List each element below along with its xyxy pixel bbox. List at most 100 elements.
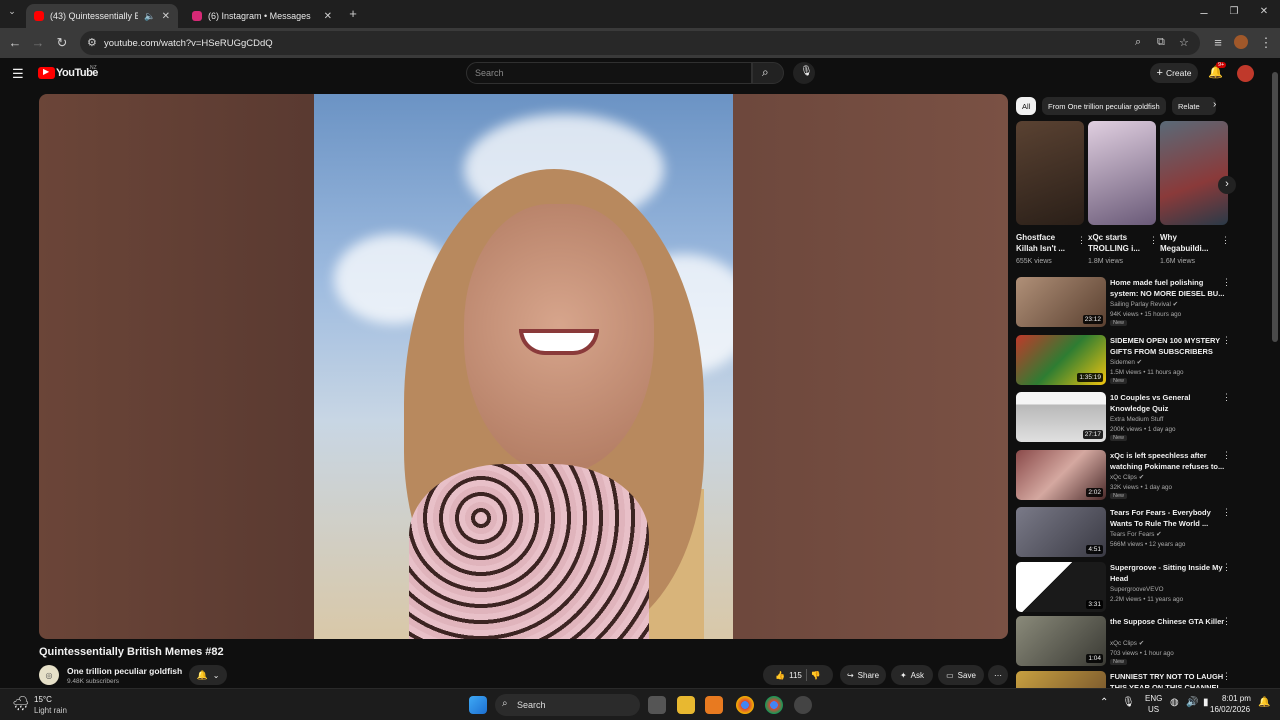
channel-name[interactable]: Tears For Fears ✔ [1110,531,1161,538]
notification-badge: 9+ [1216,62,1227,68]
more-options-icon[interactable]: ⋮ [1222,392,1231,403]
address-bar[interactable]: ⚙ youtube.com/watch?v=HSeRUGgCDdQ ⌕ ⧉ ☆ [80,31,1200,55]
weather-temp[interactable]: 15°C [34,695,52,704]
install-icon[interactable]: ⧉ [1157,36,1165,49]
volume-icon[interactable]: 🔊 [1186,697,1198,708]
subscription-bell-button[interactable]: 🔔 ⌄ [189,665,227,685]
file-explorer-icon[interactable] [677,696,695,714]
chip-all[interactable]: All [1016,97,1037,115]
chrome-profile-icon[interactable] [765,696,783,714]
channel-name[interactable]: xQc Clips ✔ [1110,640,1144,647]
recommendation-item[interactable]: 27:17 10 Couples vs General Knowledge Qu… [1016,392,1238,444]
more-options-icon[interactable]: ⋮ [1222,507,1231,518]
short-item[interactable]: xQc starts TROLLING i... 1.8M views ⋮ [1088,121,1158,265]
bookmark-star-icon[interactable]: ☆ [1179,36,1189,49]
channel-name[interactable]: Extra Medium Stuff [1110,416,1163,423]
new-tab-icon[interactable]: + [345,6,361,21]
region-indicator[interactable]: US [1148,705,1159,714]
like-button[interactable]: 👍 115 [775,671,802,680]
channel-name[interactable]: Sailing Parlay Revival ✔ [1110,301,1178,308]
clock-date[interactable]: 16/02/2026 [1210,705,1250,714]
close-window-icon[interactable]: ✕ [1256,6,1272,17]
channel-name[interactable]: xQc Clips ✔ [1110,474,1144,481]
back-icon[interactable]: ← [7,35,23,50]
channel-avatar[interactable]: ◎ [39,665,59,685]
recommendation-item[interactable]: 2:02 xQc is left speechless after watchi… [1016,450,1238,502]
minimize-icon[interactable]: – [1196,5,1212,20]
chip-related[interactable]: Relate [1172,97,1216,115]
profile-avatar[interactable] [1234,35,1248,49]
voice-search-button[interactable]: 🎙 [793,62,815,84]
more-options-icon[interactable]: ⋮ [1149,235,1158,246]
ask-button[interactable]: ✦ Ask [891,665,933,685]
weather-desc[interactable]: Light rain [34,706,67,715]
more-options-icon[interactable]: ⋮ [1222,616,1231,627]
dislike-button[interactable]: 👎 [811,671,821,680]
video-title: Home made fuel polishing system: NO MORE… [1110,278,1225,298]
page-scrollbar[interactable] [1270,58,1280,688]
video-title: Supergroove - Sitting Inside My Head [1110,563,1223,583]
account-avatar[interactable] [1237,65,1254,82]
more-options-icon[interactable]: ⋮ [1222,562,1231,573]
save-icon: ▭ [946,670,954,680]
app-icon[interactable] [705,696,723,714]
tab-search-icon[interactable]: ⌄ [4,6,20,17]
recommendation-item[interactable]: 4:51 Tears For Fears - Everybody Wants T… [1016,507,1238,559]
recommendation-item[interactable]: 1:35:19 SIDEMEN OPEN 100 MYSTERY GIFTS F… [1016,335,1238,387]
microphone-icon: 🎙 [800,66,813,77]
search-button[interactable]: ⌕ [752,62,784,84]
recommendation-item[interactable]: 1:04 the Suppose Chinese GTA Killer xQc … [1016,616,1238,668]
create-button[interactable]: + Create [1150,63,1198,83]
tab-youtube[interactable]: (43) Quintessentially British 🔈 ✕ [26,4,178,28]
reload-icon[interactable]: ↻ [54,35,70,51]
more-options-icon[interactable]: ⋮ [1221,235,1230,246]
more-options-icon[interactable]: ⋮ [1222,335,1231,346]
network-icon[interactable]: ◍ [1170,697,1179,708]
video-player[interactable] [39,94,1008,639]
more-options-icon[interactable]: ⋮ [1077,235,1086,246]
settings-app-icon[interactable] [794,696,812,714]
chevron-right-icon[interactable]: › [1213,99,1216,110]
chrome-icon[interactable] [736,696,754,714]
save-button[interactable]: ▭ Save [938,665,984,685]
hamburger-menu-icon[interactable]: ☰ [12,66,24,82]
short-item[interactable]: Ghostface Killah Isn't ... 655K views ⋮ [1016,121,1086,265]
taskbar-search[interactable]: ⌕ Search [495,694,640,716]
chip-from-channel[interactable]: From One trillion peculiar goldfish [1042,97,1166,115]
channel-name[interactable]: One trillion peculiar goldfish [67,666,182,676]
zoom-icon[interactable]: ⌕ [1135,36,1141,49]
recommendation-item[interactable]: FUNNIEST TRY NOT TO LAUGH THIS YEAR ON T… [1016,671,1238,688]
subscriber-count: 9.48K subscribers [67,678,120,685]
weather-icon[interactable]: 🌧 [12,695,30,712]
tab-close-icon[interactable]: ✕ [324,11,332,22]
more-options-icon[interactable]: ⋮ [1222,671,1231,682]
share-button[interactable]: ↪ Share [840,665,886,685]
more-actions-button[interactable]: ⋯ [988,665,1008,685]
short-item[interactable]: Why Megabuildi... 1.6M views ⋮ [1160,121,1230,265]
speaker-icon[interactable]: 🔈 [144,11,155,22]
task-view-icon[interactable] [648,696,666,714]
clock-time[interactable]: 8:01 pm [1222,694,1251,703]
more-options-icon[interactable]: ⋮ [1222,277,1231,288]
search-input[interactable]: Search [466,62,752,84]
battery-icon[interactable]: ▮ [1203,697,1209,708]
microphone-tray-icon[interactable]: 🎙 [1122,697,1135,708]
language-indicator[interactable]: ENG [1145,694,1162,703]
forward-icon[interactable]: → [30,35,46,50]
channel-name[interactable]: Sidemen ✔ [1110,359,1142,366]
tab-instagram[interactable]: (6) Instagram • Messages ✕ [184,4,340,28]
restore-icon[interactable]: ❐ [1226,6,1242,17]
menu-icon[interactable]: ⋮ [1258,35,1274,51]
notification-center-icon[interactable]: 🔔 [1258,697,1270,708]
windows-start-icon[interactable] [469,696,487,714]
scrollbar-thumb[interactable] [1272,72,1278,342]
site-info-icon[interactable]: ⚙ [87,36,97,49]
tab-search-list-icon[interactable]: ≡ [1210,35,1226,50]
channel-name[interactable]: SupergrooveVEVO [1110,586,1164,593]
shorts-next-arrow-icon[interactable]: › [1218,176,1236,194]
tab-close-icon[interactable]: ✕ [162,11,170,22]
tray-overflow-icon[interactable]: ⌃ [1100,697,1108,708]
recommendation-item[interactable]: 23:12 Home made fuel polishing system: N… [1016,277,1238,329]
more-options-icon[interactable]: ⋮ [1222,450,1231,461]
recommendation-item[interactable]: 3:31 Supergroove - Sitting Inside My Hea… [1016,562,1238,614]
